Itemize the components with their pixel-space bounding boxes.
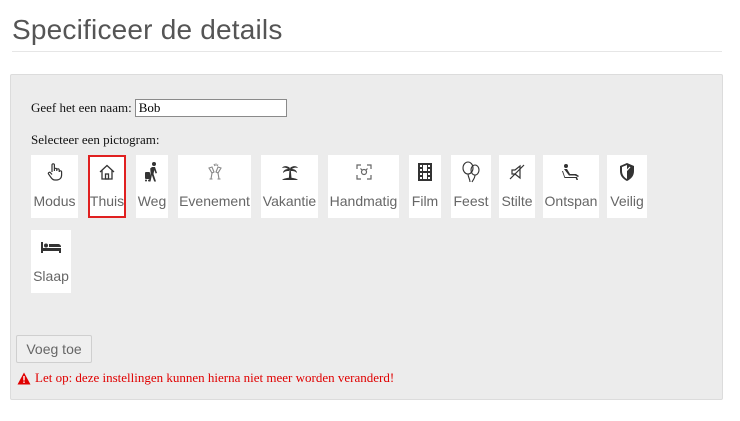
icon-option-handmatig[interactable]: Handmatig [328,155,399,218]
icon-option-label: Modus [33,193,76,209]
icon-option-label: Feest [453,193,489,209]
icon-option-film[interactable]: Film [409,155,441,218]
page-title: Specificeer de details [12,14,283,45]
icon-option-ontspan[interactable]: Ontspan [543,155,599,218]
icon-option-weg[interactable]: Weg [136,155,168,218]
icon-option-thuis[interactable]: Thuis [88,155,126,218]
icon-option-label: Ontspan [544,193,598,209]
warning-triangle-icon [17,372,31,385]
balloons-icon [460,161,482,183]
shield-icon [616,161,638,183]
warning-text: Let op: deze instellingen kunnen hierna … [35,370,395,385]
manual-focus-icon [353,161,375,183]
icon-option-label: Handmatig [329,193,398,209]
film-strip-icon [414,161,436,183]
details-panel: Geef het een naam: Selecteer een pictogr… [10,74,723,400]
icon-option-modus[interactable]: Modus [31,155,78,218]
title-divider [12,51,722,52]
add-button[interactable]: Voeg toe [16,335,92,363]
icon-option-label: Vakantie [262,193,317,209]
hand-pointer-icon [44,161,66,183]
warning-message: Let op: deze instellingen kunnen hierna … [17,370,394,386]
bed-icon [40,236,62,258]
icon-option-label: Slaap [33,268,69,284]
icon-option-label: Evenement [179,193,250,209]
icon-option-label: Thuis [89,193,125,209]
champagne-glasses-icon [204,161,226,183]
name-row: Geef het een naam: [31,99,287,117]
name-input[interactable] [134,99,287,117]
mute-speaker-icon [506,161,528,183]
icon-option-vakantie[interactable]: Vakantie [261,155,318,218]
palm-island-icon [279,161,301,183]
icon-prompt: Selecteer een pictogram: [31,132,160,147]
name-label: Geef het een naam: [31,100,132,115]
icon-option-label: Weg [137,193,167,209]
home-icon [96,161,118,183]
relax-chair-icon [560,161,582,183]
icon-option-feest[interactable]: Feest [451,155,491,218]
icon-option-stilte[interactable]: Stilte [499,155,535,218]
icon-option-slaap[interactable]: Slaap [31,230,71,293]
icon-option-label: Veilig [610,193,644,209]
icon-option-label: Film [411,193,439,209]
icon-option-veilig[interactable]: Veilig [607,155,647,218]
traveler-icon [141,161,163,183]
icon-option-evenement[interactable]: Evenement [178,155,251,218]
icon-option-label: Stilte [501,193,533,209]
